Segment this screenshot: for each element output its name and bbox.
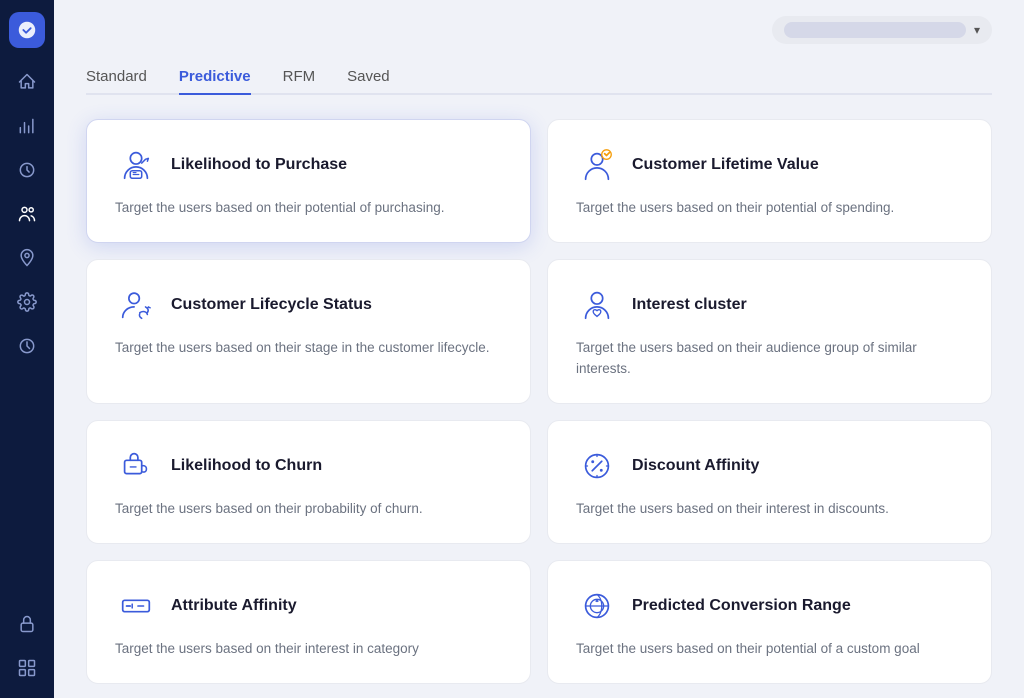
card-header: Customer Lifecycle Status xyxy=(115,284,502,326)
card-discount-affinity[interactable]: Discount Affinity Target the users based… xyxy=(547,420,992,544)
sidebar-item-location[interactable] xyxy=(9,240,45,276)
card-description: Target the users based on their audience… xyxy=(576,338,963,379)
card-likelihood-purchase[interactable]: Likelihood to Purchase Target the users … xyxy=(86,119,531,243)
sidebar-logo[interactable] xyxy=(9,12,45,48)
discount-icon xyxy=(576,445,618,487)
tab-standard[interactable]: Standard xyxy=(86,60,147,95)
card-description: Target the users based on their interest… xyxy=(576,499,963,519)
card-description: Target the users based on their probabil… xyxy=(115,499,502,519)
card-customer-lifetime-value[interactable]: Customer Lifetime Value Target the users… xyxy=(547,119,992,243)
lifecycle-icon xyxy=(115,284,157,326)
sidebar-item-clock[interactable] xyxy=(9,152,45,188)
card-header: Likelihood to Churn xyxy=(115,445,502,487)
card-attribute-affinity[interactable]: Attribute Affinity Target the users base… xyxy=(86,560,531,684)
cards-grid: Likelihood to Purchase Target the users … xyxy=(86,119,992,684)
card-title: Likelihood to Purchase xyxy=(171,156,347,174)
card-title: Likelihood to Churn xyxy=(171,457,322,475)
card-description: Target the users based on their interest… xyxy=(115,639,502,659)
card-header: Attribute Affinity xyxy=(115,585,502,627)
tab-bar: Standard Predictive RFM Saved xyxy=(86,60,992,95)
card-description: Target the users based on their stage in… xyxy=(115,338,502,358)
conversion-icon xyxy=(576,585,618,627)
card-header: Predicted Conversion Range xyxy=(576,585,963,627)
tab-rfm[interactable]: RFM xyxy=(283,60,316,95)
workspace-dropdown[interactable]: ▾ xyxy=(772,16,992,44)
card-header: Discount Affinity xyxy=(576,445,963,487)
dropdown-arrow-icon: ▾ xyxy=(974,23,980,37)
interest-icon xyxy=(576,284,618,326)
cards-container: Likelihood to Purchase Target the users … xyxy=(54,95,1024,698)
card-likelihood-churn[interactable]: Likelihood to Churn Target the users bas… xyxy=(86,420,531,544)
purchase-icon xyxy=(115,144,157,186)
sidebar-item-home[interactable] xyxy=(9,64,45,100)
card-title: Customer Lifecycle Status xyxy=(171,296,372,314)
sidebar-item-grid[interactable] xyxy=(9,650,45,686)
tab-predictive[interactable]: Predictive xyxy=(179,60,251,95)
card-description: Target the users based on their potentia… xyxy=(576,639,963,659)
card-title: Discount Affinity xyxy=(632,457,759,475)
sidebar-item-users[interactable] xyxy=(9,196,45,232)
card-interest-cluster[interactable]: Interest cluster Target the users based … xyxy=(547,259,992,404)
card-title: Interest cluster xyxy=(632,296,747,314)
sidebar-item-chart[interactable] xyxy=(9,108,45,144)
lifetime-icon xyxy=(576,144,618,186)
sidebar-item-settings[interactable] xyxy=(9,284,45,320)
sidebar-item-lock[interactable] xyxy=(9,606,45,642)
card-description: Target the users based on their potentia… xyxy=(576,198,963,218)
card-title: Attribute Affinity xyxy=(171,597,297,615)
churn-icon xyxy=(115,445,157,487)
card-title: Predicted Conversion Range xyxy=(632,597,851,615)
card-customer-lifecycle-status[interactable]: Customer Lifecycle Status Target the use… xyxy=(86,259,531,404)
card-description: Target the users based on their potentia… xyxy=(115,198,502,218)
tab-saved[interactable]: Saved xyxy=(347,60,390,95)
card-title: Customer Lifetime Value xyxy=(632,156,819,174)
card-header: Customer Lifetime Value xyxy=(576,144,963,186)
sidebar xyxy=(0,0,54,698)
attribute-icon xyxy=(115,585,157,627)
card-predicted-conversion-range[interactable]: Predicted Conversion Range Target the us… xyxy=(547,560,992,684)
header: ▾ Standard Predictive RFM Saved xyxy=(54,0,1024,95)
top-bar: ▾ xyxy=(86,16,992,44)
card-header: Likelihood to Purchase xyxy=(115,144,502,186)
card-header: Interest cluster xyxy=(576,284,963,326)
main-content: ▾ Standard Predictive RFM Saved xyxy=(54,0,1024,698)
sidebar-item-history[interactable] xyxy=(9,328,45,364)
